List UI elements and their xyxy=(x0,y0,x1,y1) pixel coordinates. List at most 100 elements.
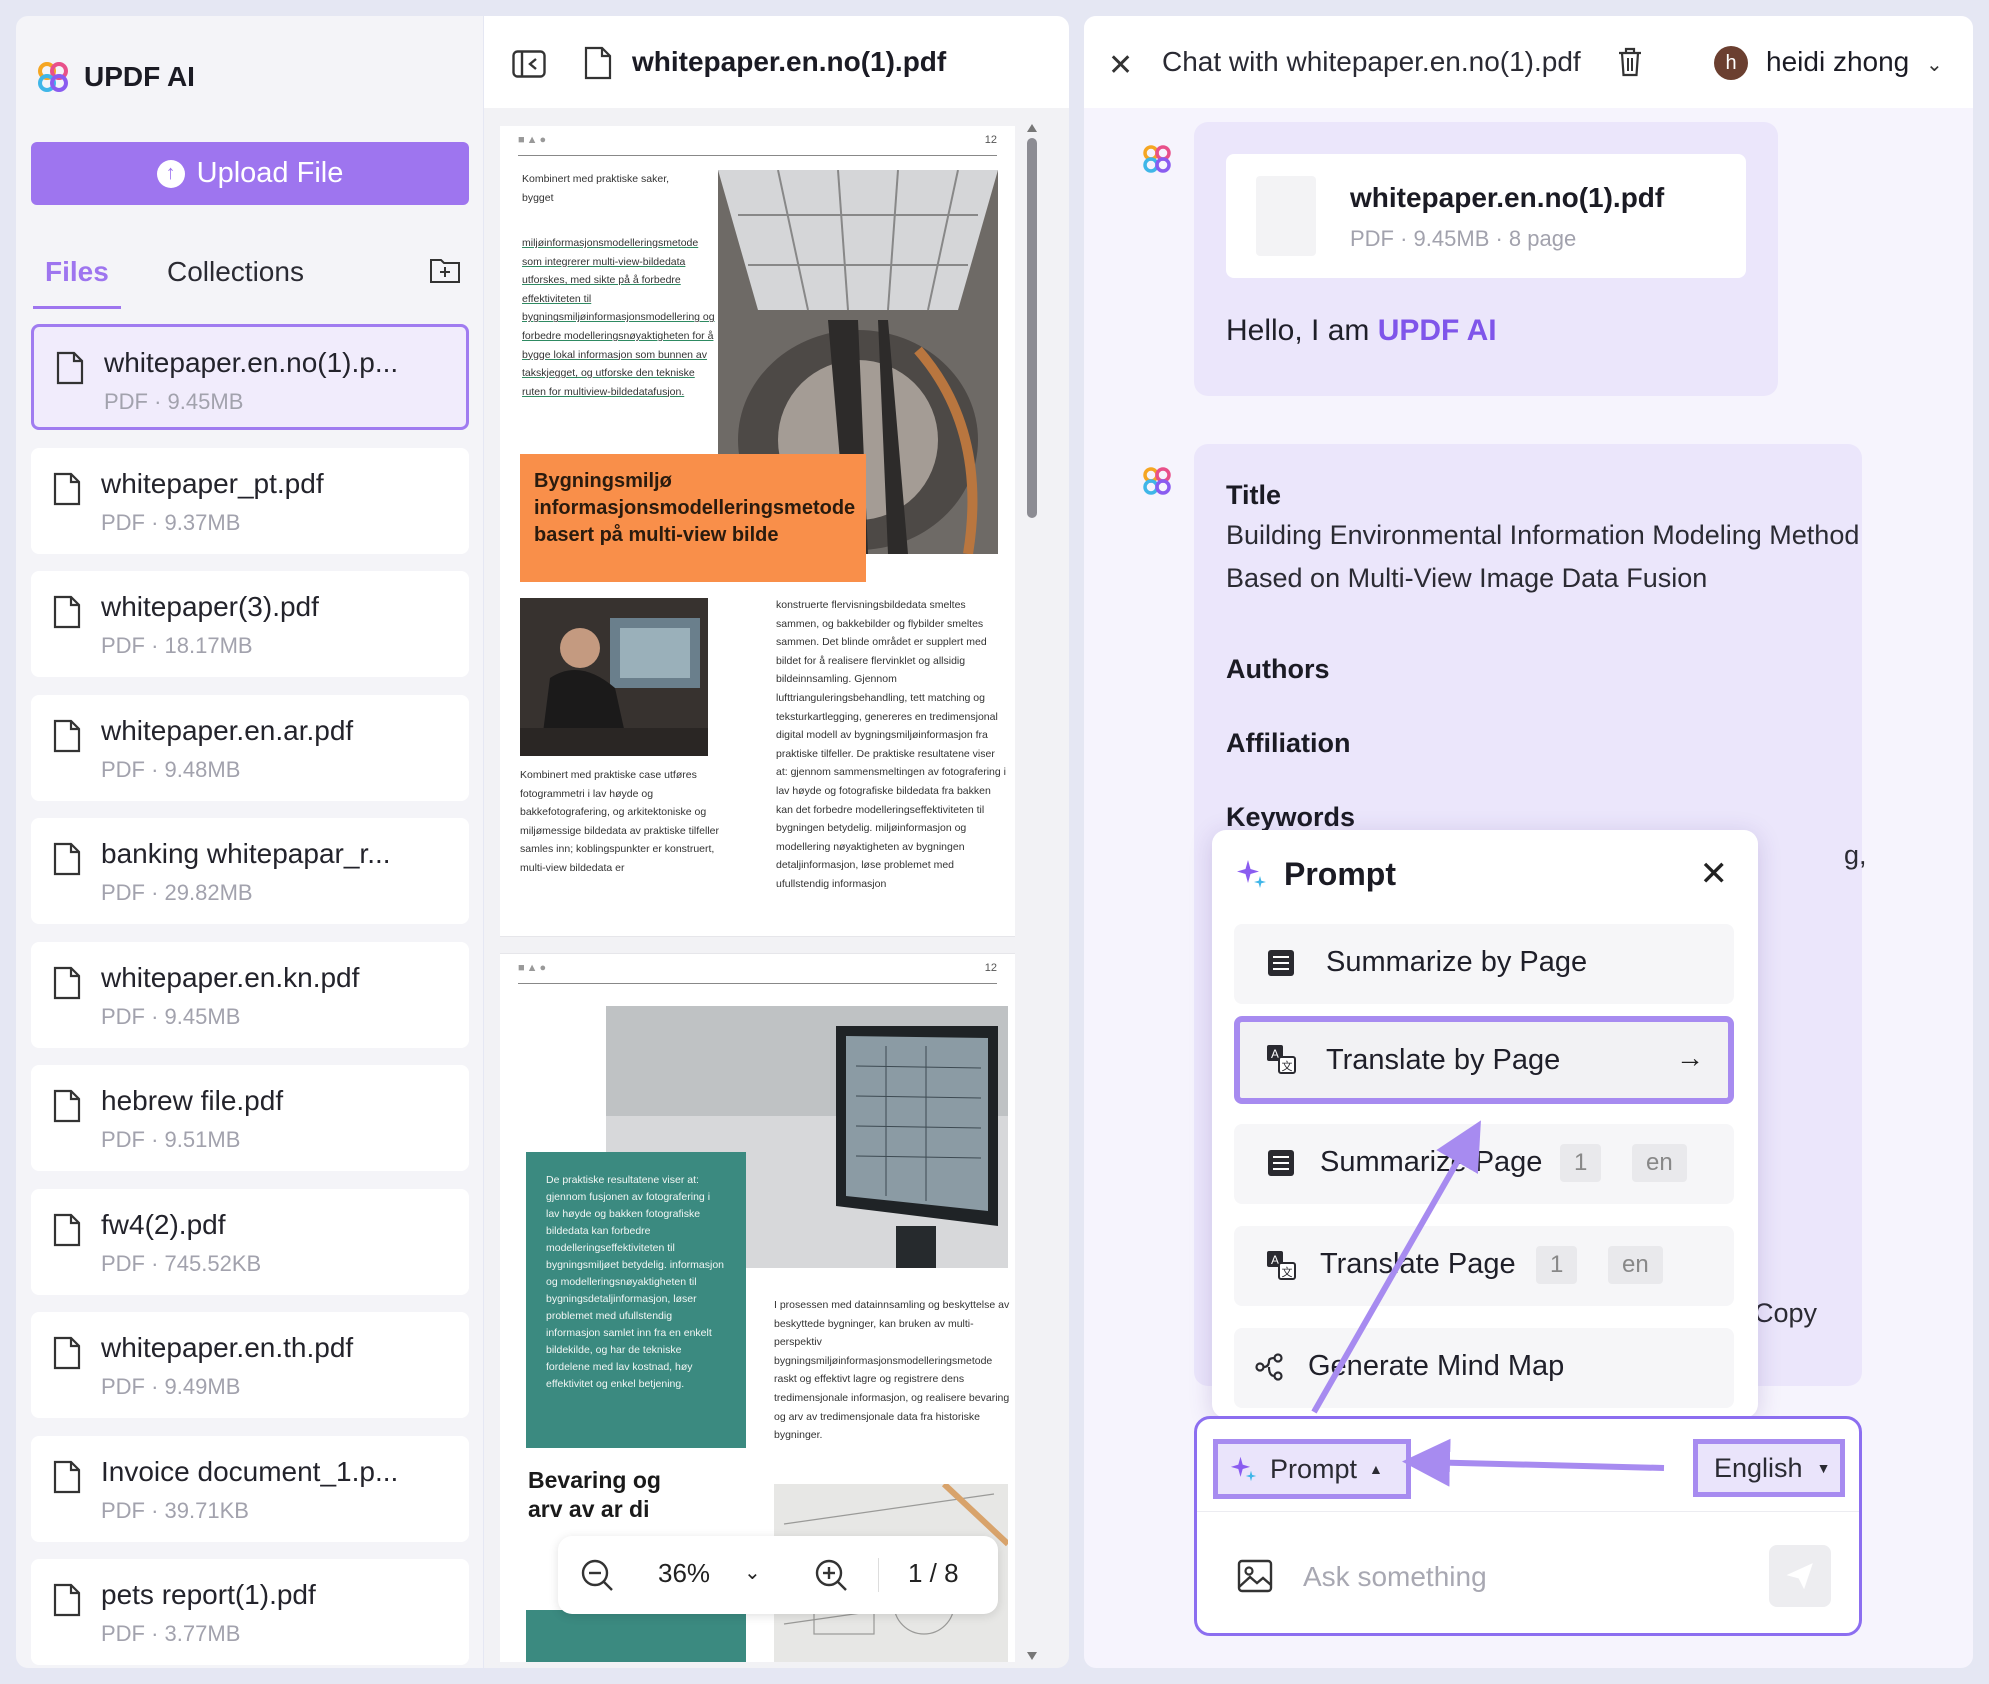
page-header-marks: ■▲● xyxy=(518,962,548,983)
tab-collections[interactable]: Collections xyxy=(167,256,304,288)
page-text-right-column: konstruerte flervisningsbildedata smelte… xyxy=(776,596,1008,894)
file-meta: PDF · 9.45MB xyxy=(104,389,243,415)
attached-file-card[interactable]: whitepaper.en.no(1).pdf PDF · 9.45MB · 8… xyxy=(1226,154,1746,278)
prompt-button[interactable]: Prompt ▲ xyxy=(1213,1439,1411,1499)
file-list-item[interactable]: hebrew file.pdfPDF · 9.51MB xyxy=(31,1065,469,1171)
authors-label: Authors xyxy=(1226,654,1330,685)
file-icon xyxy=(53,472,81,506)
file-name: whitepaper(3).pdf xyxy=(101,591,319,623)
language-select-value: English xyxy=(1714,1453,1803,1484)
menu-item-summarize-page[interactable]: Summarize Page 1 en xyxy=(1234,1124,1734,1204)
document-canvas[interactable]: ■▲● 12 Kombinert med praktiske saker, by… xyxy=(500,126,1015,1662)
file-meta: PDF · 745.52KB xyxy=(101,1251,261,1277)
menu-item-generate-mind-map[interactable]: Generate Mind Map xyxy=(1234,1328,1734,1408)
upload-file-button[interactable]: ↑ Upload File xyxy=(31,142,469,205)
close-icon[interactable]: ✕ xyxy=(1700,854,1729,894)
file-list-item[interactable]: Invoice document_1.p...PDF · 39.71KB xyxy=(31,1436,469,1542)
file-meta: PDF · 9.49MB xyxy=(101,1374,240,1400)
file-name: hebrew file.pdf xyxy=(101,1085,283,1117)
language-chip[interactable]: en xyxy=(1632,1144,1687,1182)
viewer-scrollbar[interactable] xyxy=(1024,126,1040,1662)
list-icon xyxy=(1266,1148,1296,1178)
caret-up-icon: ▲ xyxy=(1369,1461,1383,1477)
translate-icon: A 文 xyxy=(1266,1250,1296,1280)
file-list-item[interactable]: whitepaper_pt.pdfPDF · 9.37MB xyxy=(31,448,469,554)
file-meta: PDF · 3.77MB xyxy=(101,1621,240,1647)
file-meta: PDF · 29.82MB xyxy=(101,880,253,906)
caret-down-icon: ▼ xyxy=(1817,1460,1831,1476)
mindmap-icon xyxy=(1254,1352,1284,1382)
scroll-down-icon[interactable] xyxy=(1027,1652,1037,1660)
app-header: UPDF AI xyxy=(36,42,195,112)
chevron-down-icon[interactable]: ⌄ xyxy=(744,1560,761,1585)
greeting-brand: UPDF AI xyxy=(1378,314,1497,347)
zoom-in-icon[interactable] xyxy=(814,1558,848,1592)
file-list-item[interactable]: whitepaper.en.kn.pdfPDF · 9.45MB xyxy=(31,942,469,1048)
file-icon xyxy=(53,842,81,876)
avatar[interactable]: h xyxy=(1714,46,1748,80)
file-icon xyxy=(53,1089,81,1123)
menu-item-translate-page[interactable]: A 文 Translate Page 1 en xyxy=(1234,1226,1734,1306)
keywords-label: Keywords xyxy=(1226,802,1355,833)
file-list-item[interactable]: whitepaper.en.ar.pdfPDF · 9.48MB xyxy=(31,695,469,801)
copy-button[interactable]: Copy xyxy=(1754,1298,1817,1329)
menu-item-label: Summarize Page xyxy=(1320,1146,1542,1179)
pdf-thumbnail-icon xyxy=(1256,176,1316,256)
zoom-out-icon[interactable] xyxy=(580,1558,614,1592)
chevron-down-icon[interactable]: ⌄ xyxy=(1926,52,1943,77)
language-select[interactable]: English ▼ xyxy=(1693,1439,1845,1497)
file-list-item[interactable]: pets report(1).pdfPDF · 3.77MB xyxy=(31,1559,469,1665)
file-icon xyxy=(53,719,81,753)
send-button[interactable] xyxy=(1769,1545,1831,1607)
ask-input[interactable] xyxy=(1303,1557,1743,1597)
sparkle-icon xyxy=(1236,858,1268,890)
file-list-item[interactable]: whitepaper.en.no(1).p... PDF · 9.45MB xyxy=(31,324,469,430)
title-text: Building Environmental Information Model… xyxy=(1226,514,1866,600)
file-list-item[interactable]: banking whitepapar_r... PDF · 29.82MB xyxy=(31,818,469,924)
toggle-sidebar-icon[interactable] xyxy=(512,50,546,78)
menu-item-label: Summarize by Page xyxy=(1326,946,1587,979)
scroll-thumb[interactable] xyxy=(1027,138,1037,518)
file-meta: PDF · 39.71KB xyxy=(101,1498,249,1524)
image-upload-icon[interactable] xyxy=(1237,1559,1273,1593)
menu-item-translate-by-page[interactable]: A 文 Translate by Page → xyxy=(1234,1016,1734,1104)
close-icon[interactable]: ✕ xyxy=(1108,48,1133,83)
title-label: Title xyxy=(1226,480,1281,511)
trash-icon[interactable] xyxy=(1616,46,1644,78)
file-name: whitepaper.en.no(1).p... xyxy=(104,347,398,379)
new-folder-icon[interactable] xyxy=(429,256,461,284)
page-number-chip[interactable]: 1 xyxy=(1560,1144,1601,1182)
file-list-item[interactable]: fw4(2).pdfPDF · 745.52KB xyxy=(31,1189,469,1295)
file-name: whitepaper.en.th.pdf xyxy=(101,1332,353,1364)
svg-text:文: 文 xyxy=(1282,1265,1293,1279)
file-icon xyxy=(53,1460,81,1494)
file-name: banking whitepapar_r... xyxy=(101,838,391,870)
teal-info-box: De praktiske resultatene viser at: gjenn… xyxy=(526,1152,746,1448)
tab-files[interactable]: Files xyxy=(45,256,109,288)
viewer-header: whitepaper.en.no(1).pdf xyxy=(484,16,1069,108)
file-name: whitepaper_pt.pdf xyxy=(101,468,324,500)
zoom-level[interactable]: 36% xyxy=(658,1558,710,1589)
file-meta: PDF · 9.45MB xyxy=(101,1004,240,1030)
page-indicator[interactable]: 1 / 8 xyxy=(908,1558,959,1589)
file-list-item[interactable]: whitepaper.en.th.pdf PDF · 9.49MB xyxy=(31,1312,469,1418)
prompt-menu-title: Prompt xyxy=(1284,856,1396,893)
svg-text:A: A xyxy=(1271,1253,1279,1267)
user-name[interactable]: heidi zhong xyxy=(1766,46,1909,78)
file-icon xyxy=(53,595,81,629)
attached-file-meta: PDF · 9.45MB · 8 page xyxy=(1350,226,1576,252)
page-text-left-column: miljøinformasjonsmodelleringsmetode som … xyxy=(522,234,717,401)
file-list-item[interactable]: whitepaper(3).pdfPDF · 18.17MB xyxy=(31,571,469,677)
scroll-up-icon[interactable] xyxy=(1027,124,1037,132)
upload-file-label: Upload File xyxy=(197,157,344,190)
updf-logo-icon xyxy=(36,60,70,94)
menu-item-summarize-by-page[interactable]: Summarize by Page xyxy=(1234,924,1734,1004)
page-number: 12 xyxy=(985,962,997,983)
file-icon xyxy=(53,1583,81,1617)
language-chip[interactable]: en xyxy=(1608,1246,1663,1284)
page-text-bottom-left: Kombinert med praktiske case utføres fot… xyxy=(520,766,720,878)
pdf-viewer: whitepaper.en.no(1).pdf ■▲● 12 Kombinert… xyxy=(484,16,1069,1668)
list-icon xyxy=(1266,948,1296,978)
arrow-right-icon: → xyxy=(1676,1042,1704,1074)
page-number-chip[interactable]: 1 xyxy=(1536,1246,1577,1284)
